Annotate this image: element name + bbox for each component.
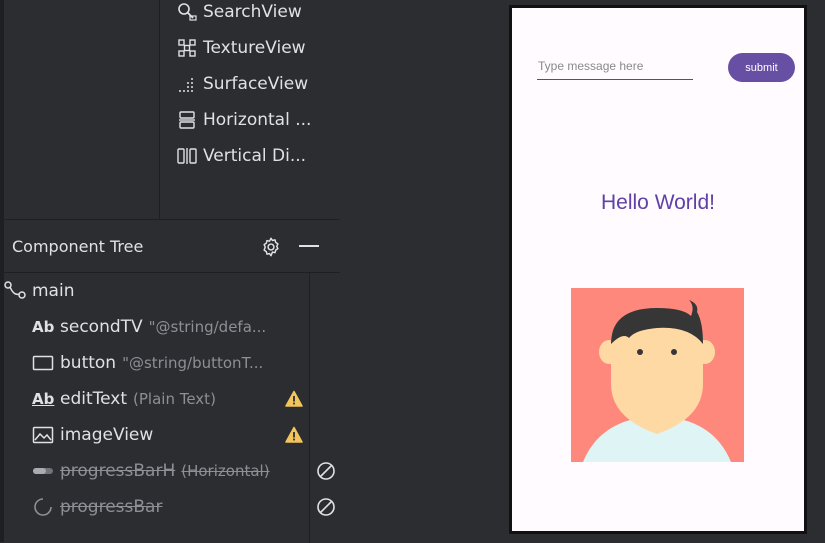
palette-item-label: TextureView xyxy=(203,38,306,58)
tree-row-attr: "@string/buttonT... xyxy=(122,354,264,372)
palette-item-searchview[interactable]: SearchView xyxy=(176,0,346,30)
button-icon xyxy=(32,352,56,374)
search-view-icon xyxy=(176,1,198,23)
palette-item-label: SearchView xyxy=(203,2,302,22)
tree-row-progressbar[interactable]: progressBar xyxy=(32,489,162,525)
hello-text: Hello World! xyxy=(601,191,715,214)
tree-row-progressbarh[interactable]: progressBarH (Horizontal) xyxy=(32,453,270,489)
tree-row-name: main xyxy=(32,281,75,301)
palette-item-label: Vertical Di... xyxy=(203,146,307,166)
disabled-icon[interactable] xyxy=(316,497,336,517)
tree-row-attr: "@string/defa... xyxy=(148,318,267,336)
component-tree-title: Component Tree xyxy=(12,237,144,256)
tree-row-name: button xyxy=(60,353,117,373)
horizontal-divider-icon xyxy=(176,109,198,131)
progressbar-icon xyxy=(32,496,56,518)
palette-item-label: SurfaceView xyxy=(203,74,309,94)
tree-row-name: editText xyxy=(60,389,128,409)
texture-view-icon xyxy=(176,37,198,59)
tree-row-attr: (Horizontal) xyxy=(181,462,270,480)
component-tree-panel: Component Tree main Ab secondTV "@string… xyxy=(4,219,340,543)
component-tree-list: main Ab secondTV "@string/defa... button… xyxy=(4,273,335,543)
disabled-icon[interactable] xyxy=(316,461,336,481)
palette-item-label: Horizontal ... xyxy=(203,110,312,130)
tree-row-name: progressBar xyxy=(60,497,163,517)
tree-row-main[interactable]: main xyxy=(4,273,74,309)
palette-item-textureview[interactable]: TextureView xyxy=(176,30,346,66)
avatar-image[interactable] xyxy=(571,288,744,462)
tree-row-edittext[interactable]: Ab editText (Plain Text) xyxy=(32,381,216,417)
submit-button[interactable]: submit xyxy=(728,53,795,82)
minimize-icon[interactable] xyxy=(299,245,319,247)
palette-item-vertical-divider[interactable]: Vertical Di... xyxy=(176,138,346,174)
constraint-layout-icon xyxy=(4,280,28,302)
palette-item-surfaceview[interactable]: SurfaceView xyxy=(176,66,346,102)
message-edit-text[interactable]: Type message here xyxy=(537,59,693,80)
tree-row-name: imageView xyxy=(60,425,154,445)
warning-icon[interactable] xyxy=(285,390,303,408)
palette-item-horizontal-divider[interactable]: Horizontal ... xyxy=(176,102,346,138)
tree-row-name: progressBarH xyxy=(60,461,176,481)
component-tree-header: Component Tree xyxy=(4,220,340,273)
tree-row-attr: (Plain Text) xyxy=(133,390,216,408)
design-preview: Type message here submit Hello World! xyxy=(509,5,807,534)
vertical-divider-icon xyxy=(176,145,198,167)
edittext-icon: Ab xyxy=(32,390,55,408)
progressbar-horizontal-icon xyxy=(32,460,56,482)
tree-row-imageview[interactable]: imageView xyxy=(32,417,153,453)
tree-row-secondtv[interactable]: Ab secondTV "@string/defa... xyxy=(32,309,266,345)
tree-row-name: secondTV xyxy=(60,317,143,337)
palette-categories[interactable] xyxy=(4,0,160,219)
palette-panel: SearchView TextureView SurfaceView Horiz… xyxy=(4,0,340,219)
tree-row-button[interactable]: button "@string/buttonT... xyxy=(32,345,263,381)
warning-icon[interactable] xyxy=(285,426,303,444)
surface-view-icon xyxy=(176,73,198,95)
device-screen: Type message here submit Hello World! xyxy=(512,8,804,531)
textview-icon: Ab xyxy=(32,318,55,336)
imageview-icon xyxy=(32,424,56,446)
gear-icon[interactable] xyxy=(260,236,282,258)
